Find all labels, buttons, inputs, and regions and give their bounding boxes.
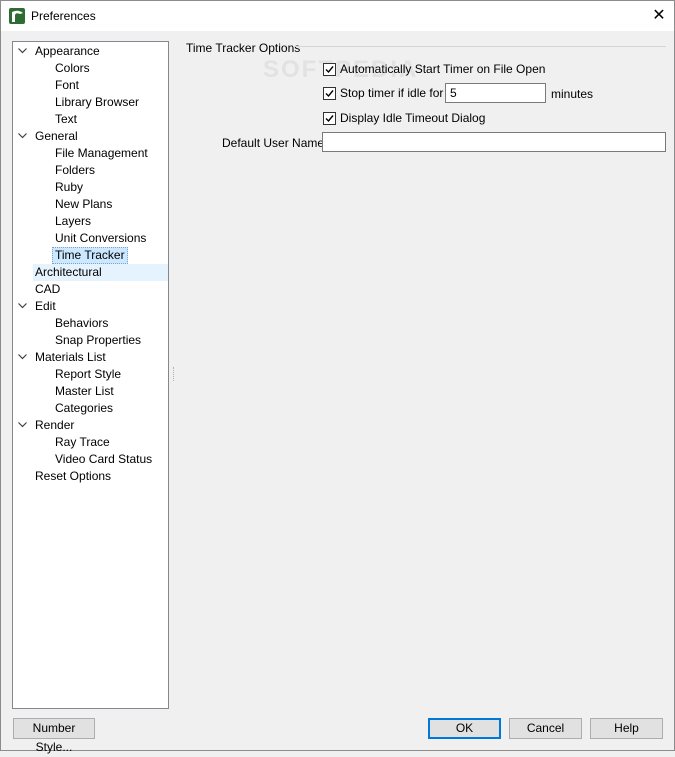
- stop-idle-label: Stop timer if idle for: [340, 86, 444, 100]
- tree-item-label: Time Tracker: [55, 248, 125, 262]
- tree-item-layers[interactable]: Layers: [55, 213, 91, 230]
- tree-item-label: Font: [55, 78, 80, 92]
- tree-item-label: Reset Options: [35, 469, 112, 483]
- tree-item-label: Colors: [55, 61, 90, 75]
- tree-item-label: Folders: [55, 163, 96, 177]
- splitter-handle[interactable]: [173, 367, 176, 381]
- tree-item-label: Behaviors: [55, 316, 109, 330]
- help-button[interactable]: Help: [590, 718, 663, 739]
- tree-item-behaviors[interactable]: Behaviors: [55, 315, 108, 332]
- tree-item-label: New Plans: [55, 197, 113, 211]
- tree-item-text[interactable]: Text: [55, 111, 77, 128]
- tree-item-file-management[interactable]: File Management: [55, 145, 148, 162]
- chevron-down-icon[interactable]: [16, 128, 28, 145]
- close-icon[interactable]: ✕: [644, 1, 674, 31]
- tree-item-label: Architectural: [35, 265, 102, 279]
- tree-item-folders[interactable]: Folders: [55, 162, 95, 179]
- tree-item-label: Appearance: [35, 44, 100, 58]
- tree-item-report-style[interactable]: Report Style: [55, 366, 121, 383]
- tree-item-snap-properties[interactable]: Snap Properties: [55, 332, 141, 349]
- preferences-dialog: Preferences ✕ Appearance Colors Font Librar…: [0, 0, 675, 754]
- ok-button[interactable]: OK: [428, 718, 501, 739]
- preferences-tree[interactable]: Appearance Colors Font Library Browser Text G…: [12, 41, 169, 709]
- default-user-input[interactable]: [322, 132, 666, 152]
- idle-dialog-checkbox[interactable]: [323, 112, 336, 125]
- section-divider: [293, 46, 666, 47]
- idle-dialog-label: Display Idle Timeout Dialog: [340, 111, 486, 125]
- stop-idle-checkbox[interactable]: [323, 87, 336, 100]
- minutes-label: minutes: [551, 87, 594, 101]
- app-logo-icon: [9, 8, 25, 24]
- tree-item-label: Report Style: [55, 367, 122, 381]
- tree-item-label: Snap Properties: [55, 333, 142, 347]
- section-title: Time Tracker Options: [186, 41, 301, 55]
- tree-item-ray-trace[interactable]: Ray Trace: [55, 434, 110, 451]
- tree-item-materials-list[interactable]: Materials List: [35, 349, 106, 366]
- checkmark-icon: [325, 66, 334, 74]
- tree-item-time-tracker[interactable]: Time Tracker: [52, 247, 128, 264]
- tree-item-label: CAD: [35, 282, 61, 296]
- checkmark-icon: [325, 115, 334, 123]
- tree-item-label: Ray Trace: [55, 435, 110, 449]
- tree-item-library-browser[interactable]: Library Browser: [55, 94, 139, 111]
- title-bar: Preferences ✕: [1, 1, 674, 31]
- tree-item-video-card-status[interactable]: Video Card Status: [55, 451, 152, 468]
- window-title: Preferences: [31, 9, 96, 23]
- tree-item-label: Master List: [55, 384, 114, 398]
- tree-item-cad[interactable]: CAD: [35, 281, 60, 298]
- tree-item-edit[interactable]: Edit: [35, 298, 56, 315]
- tree-item-label: Edit: [35, 299, 56, 313]
- tree-item-label: Ruby: [55, 180, 84, 194]
- checkmark-icon: [325, 90, 334, 98]
- auto-start-checkbox[interactable]: [323, 63, 336, 76]
- cancel-button[interactable]: Cancel: [509, 718, 582, 739]
- tree-item-appearance[interactable]: Appearance: [35, 43, 100, 60]
- tree-item-reset-options[interactable]: Reset Options: [35, 468, 111, 485]
- number-style-button[interactable]: Number Style...: [13, 718, 95, 754]
- tree-item-label: Categories: [55, 401, 114, 415]
- tree-item-label: File Management: [55, 146, 148, 160]
- tree-item-label: Render: [35, 418, 75, 432]
- auto-start-label: Automatically Start Timer on File Open: [340, 62, 546, 76]
- chevron-down-icon[interactable]: [16, 349, 28, 366]
- tree-item-master-list[interactable]: Master List: [55, 383, 114, 400]
- tree-item-label: Materials List: [35, 350, 106, 364]
- tree-item-colors[interactable]: Colors: [55, 60, 90, 77]
- tree-item-font[interactable]: Font: [55, 77, 79, 94]
- default-user-label: Default User Name:: [222, 136, 328, 150]
- idle-minutes-input[interactable]: [445, 83, 546, 103]
- tree-item-ruby[interactable]: Ruby: [55, 179, 83, 196]
- tree-item-label: General: [35, 129, 78, 143]
- chevron-down-icon[interactable]: [16, 298, 28, 315]
- tree-item-categories[interactable]: Categories: [55, 400, 113, 417]
- tree-item-label: Text: [55, 112, 78, 126]
- tree-item-label: Video Card Status: [55, 452, 153, 466]
- tree-item-label: Unit Conversions: [55, 231, 147, 245]
- tree-item-label: Library Browser: [55, 95, 140, 109]
- tree-item-render[interactable]: Render: [35, 417, 74, 434]
- tree-item-unit-conversions[interactable]: Unit Conversions: [55, 230, 146, 247]
- chevron-down-icon[interactable]: [16, 417, 28, 434]
- tree-item-new-plans[interactable]: New Plans: [55, 196, 112, 213]
- tree-item-architectural[interactable]: Architectural: [33, 264, 168, 281]
- tree-item-general[interactable]: General: [35, 128, 78, 145]
- tree-item-label: Layers: [55, 214, 92, 228]
- chevron-down-icon[interactable]: [16, 43, 28, 60]
